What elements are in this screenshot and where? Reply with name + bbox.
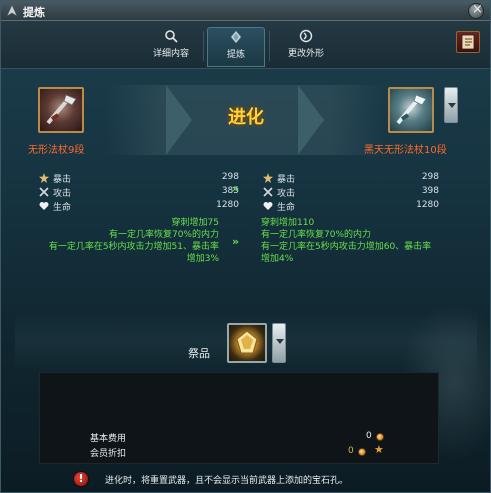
crit-star-icon xyxy=(263,173,273,183)
target-item-name: 黑天无形法杖10段 xyxy=(364,145,447,156)
target-item-slot[interactable] xyxy=(388,87,434,133)
refine-window: 提炼 详细内容 提炼 更改外形 xyxy=(0,0,491,493)
heart-icon xyxy=(39,202,49,210)
stat-row: 攻击 385 xyxy=(39,185,239,199)
staff-icon xyxy=(46,94,77,125)
stat-name: 攻击 xyxy=(53,189,72,199)
chevron-left-decoration xyxy=(166,85,192,155)
tab-divider xyxy=(203,31,204,61)
effect-line: 有一定几率在5秒内攻击力增加60、暴击率 xyxy=(261,242,432,252)
stat-name: 生命 xyxy=(53,203,72,213)
base-fee-label: 基本费用 xyxy=(90,434,127,444)
star-icon: ★ xyxy=(374,443,384,456)
effect-line: 有一定几率在5秒内攻击力增加51、暴击率 xyxy=(48,242,219,252)
tab-details[interactable]: 详细内容 xyxy=(141,27,201,67)
stat-row: 生命 1280 xyxy=(263,199,439,213)
stat-name: 攻击 xyxy=(277,189,296,199)
sacrifice-label: 祭品 xyxy=(188,347,210,360)
refine-icon xyxy=(230,30,242,44)
effects-left: 穿刺增加75 有一定几率恢复70%的内力 有一定几率在5秒内攻击力增加51、暴击… xyxy=(9,217,219,265)
tab-refine-label: 提炼 xyxy=(226,50,245,60)
stat-row: 生命 1280 xyxy=(39,199,239,213)
warning-bar: ! 进化时，将重置武器，且不会显示当前武器上添加的宝石孔。 xyxy=(61,469,461,489)
guide-book-button[interactable] xyxy=(456,31,480,53)
stats-left: 暴击 298 攻击 385 生命 1280 xyxy=(39,171,239,213)
cost-panel: 基本费用 0 会员折扣 0 ★ xyxy=(39,372,439,464)
evolve-panel: 进化 无形法杖9段 黑天无形法杖10段 xyxy=(16,75,476,169)
tab-refine[interactable]: 提炼 xyxy=(207,27,265,67)
effect-line: 增加4% xyxy=(261,254,294,264)
warning-text: 进化时，将重置武器，且不会显示当前武器上添加的宝石孔。 xyxy=(105,476,349,486)
crossed-swords-icon xyxy=(263,187,273,197)
sacrifice-slot[interactable] xyxy=(227,323,267,363)
title-bar[interactable]: 提炼 xyxy=(1,1,490,21)
effect-line: 增加3% xyxy=(186,254,219,264)
effects-arrow: » xyxy=(232,235,240,248)
stat-name: 暴击 xyxy=(277,175,296,185)
stats-arrow: » xyxy=(232,182,240,195)
base-fee-value: 0 xyxy=(366,431,372,441)
target-item-dropdown[interactable] xyxy=(444,87,458,123)
stat-value: 398 xyxy=(421,186,439,196)
warning-icon: ! xyxy=(73,471,89,487)
effects-right: 穿刺增加110 有一定几率恢复70%的内力 有一定几率在5秒内攻击力增加60、暴… xyxy=(261,217,483,265)
coin-icon xyxy=(358,448,366,456)
book-icon xyxy=(461,34,475,50)
chevron-right-decoration xyxy=(298,85,324,155)
gem-icon xyxy=(236,330,258,354)
effect-line: 穿刺增加110 xyxy=(261,218,315,228)
source-item-name: 无形法杖9段 xyxy=(28,145,85,156)
stat-row: 暴击 298 xyxy=(39,171,239,185)
stat-name: 生命 xyxy=(277,203,296,213)
crossed-swords-icon xyxy=(39,187,49,197)
stat-value: 1280 xyxy=(416,200,439,210)
member-discount-label: 会员折扣 xyxy=(90,449,127,459)
sacrifice-dropdown[interactable] xyxy=(272,323,286,363)
magnifier-icon xyxy=(165,30,178,43)
tab-change-appearance-label: 更改外形 xyxy=(287,49,324,59)
tab-bar: 详细内容 提炼 更改外形 xyxy=(1,21,490,69)
effect-line: 有一定几率恢复70%的内力 xyxy=(108,230,219,240)
tab-change-appearance[interactable]: 更改外形 xyxy=(273,27,339,67)
stats-right: 暴击 298 攻击 398 生命 1280 xyxy=(263,171,439,213)
close-button[interactable] xyxy=(468,2,484,19)
stat-row: 暴击 298 xyxy=(263,171,439,185)
heart-icon xyxy=(263,202,273,210)
effect-line: 有一定几率恢复70%的内力 xyxy=(261,230,372,240)
stat-value: 298 xyxy=(221,172,239,182)
stat-name: 暴击 xyxy=(53,175,72,185)
stat-value: 1280 xyxy=(216,200,239,210)
source-item-slot[interactable] xyxy=(38,87,84,133)
tab-details-label: 详细内容 xyxy=(152,49,189,59)
change-appearance-icon xyxy=(299,29,313,43)
coin-icon xyxy=(376,433,384,441)
stat-value: 298 xyxy=(421,172,439,182)
stat-row: 攻击 398 xyxy=(263,185,439,199)
tab-divider xyxy=(269,31,270,61)
staff-icon xyxy=(396,94,427,125)
crit-star-icon xyxy=(39,173,49,183)
game-logo-icon xyxy=(6,4,18,17)
window-title: 提炼 xyxy=(23,6,45,19)
member-discount-value: 0 xyxy=(348,446,354,456)
effect-line: 穿刺增加75 xyxy=(171,218,219,228)
evolve-label: 进化 xyxy=(228,107,264,128)
